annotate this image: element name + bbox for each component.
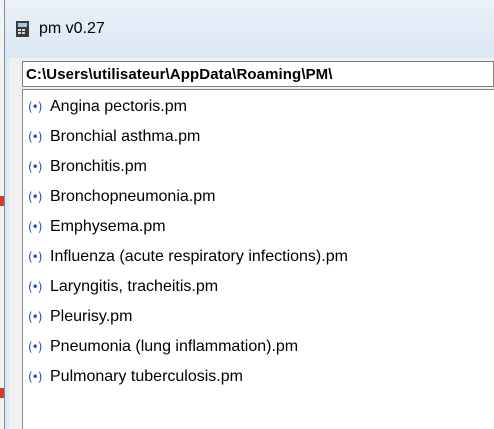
list-item[interactable]: (•) Pneumonia (lung inflammation).pm: [23, 336, 463, 366]
file-listbox[interactable]: (•) Angina pectoris.pm (•) Bronchial asthma…: [22, 89, 494, 429]
list-item[interactable]: (•) Bronchial asthma.pm: [23, 126, 463, 156]
list-item[interactable]: (•) Bronchitis.pm: [23, 156, 463, 186]
file-name: Pleurisy.pm: [50, 308, 133, 325]
list-item[interactable]: (•) Pleurisy.pm: [23, 306, 463, 336]
pm-file-icon: (•): [28, 280, 42, 294]
file-name: Bronchopneumonia.pm: [50, 188, 216, 205]
list-item[interactable]: (•) Laryngitis, tracheitis.pm: [23, 276, 463, 306]
file-name: Laryngitis, tracheitis.pm: [50, 278, 219, 295]
file-name: Pulmonary tuberculosis.pm: [50, 368, 243, 385]
pm-file-icon: (•): [28, 190, 42, 204]
list-item[interactable]: (•) Angina pectoris.pm: [23, 96, 463, 126]
file-name: Angina pectoris.pm: [50, 98, 187, 115]
list-item[interactable]: (•) Pulmonary tuberculosis.pm: [23, 366, 463, 396]
app-document-icon: [16, 21, 29, 37]
title-bar[interactable]: pm v0.27: [5, 0, 494, 58]
file-name: Bronchial asthma.pm: [50, 128, 201, 145]
pm-file-icon: (•): [28, 130, 42, 144]
file-name: Emphysema.pm: [50, 218, 166, 235]
pm-file-icon: (•): [28, 250, 42, 264]
pm-file-icon: (•): [28, 310, 42, 324]
file-name: Pneumonia (lung inflammation).pm: [50, 338, 299, 355]
list-item[interactable]: (•) Emphysema.pm: [23, 216, 463, 246]
pm-file-icon: (•): [28, 100, 42, 114]
window-title: pm v0.27: [39, 20, 105, 37]
file-list: (•) Angina pectoris.pm (•) Bronchial asthma…: [23, 96, 463, 396]
path-field[interactable]: C:\Users\utilisateur\AppData\Roaming\PM\: [22, 61, 494, 87]
pm-file-icon: (•): [28, 220, 42, 234]
list-item[interactable]: (•) Influenza (acute respiratory infectio…: [23, 246, 463, 276]
file-name: Bronchitis.pm: [50, 158, 147, 175]
pm-file-icon: (•): [28, 370, 42, 384]
pm-file-icon: (•): [28, 340, 42, 354]
pm-file-icon: (•): [28, 160, 42, 174]
file-name: Influenza (acute respiratory infections)…: [50, 248, 348, 265]
list-item[interactable]: (•) Bronchopneumonia.pm: [23, 186, 463, 216]
path-text: C:\Users\utilisateur\AppData\Roaming\PM\: [26, 66, 333, 83]
